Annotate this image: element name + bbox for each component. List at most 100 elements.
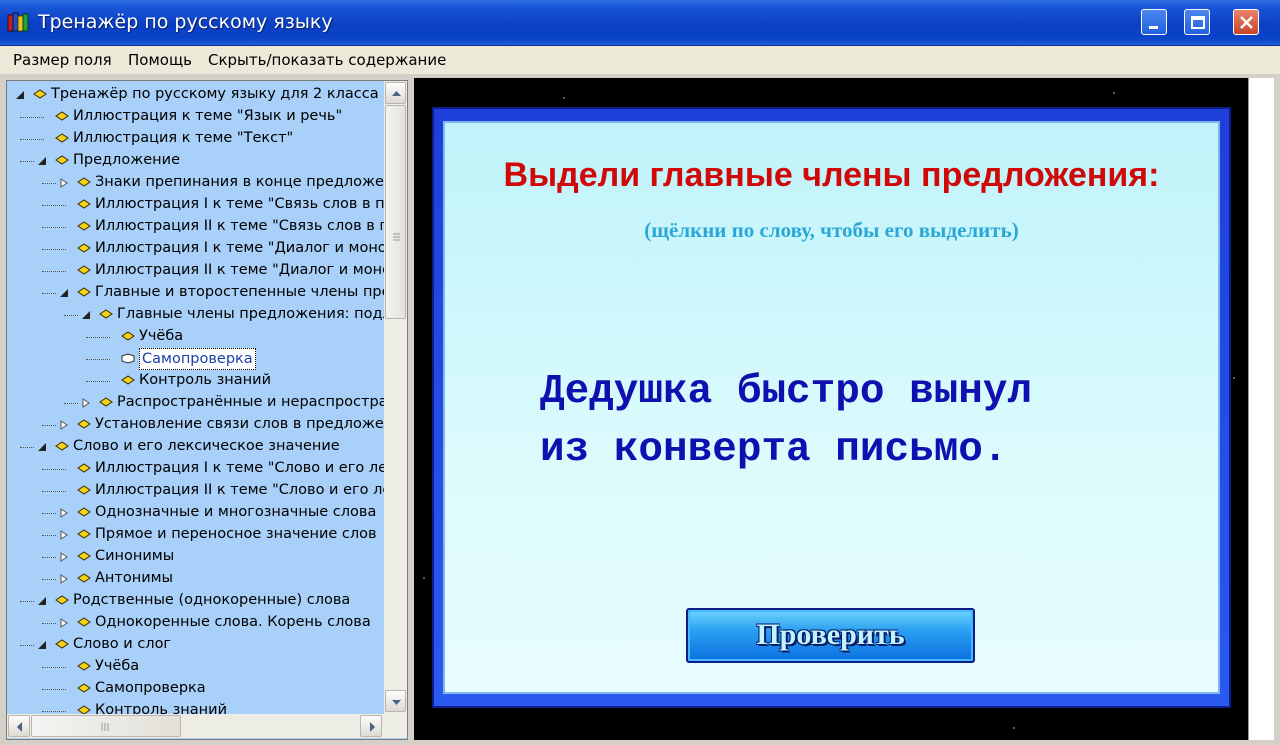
check-button[interactable]: Проверить <box>686 608 975 663</box>
book-icon <box>121 375 135 385</box>
menu-toggle-contents[interactable]: Скрыть/показать содержание <box>208 51 446 69</box>
grip-icon <box>393 233 400 241</box>
tree-item-label: Однозначные и многозначные слова <box>95 504 377 520</box>
tree-item[interactable]: Иллюстрация к теме "Язык и речь" <box>7 106 407 128</box>
word-dedushka[interactable]: Дедушка <box>540 369 712 415</box>
tree-item[interactable]: Предложение <box>7 150 407 172</box>
tree-item-label: Слово и его лексическое значение <box>73 438 340 454</box>
tree-item[interactable]: Учёба <box>7 656 407 678</box>
collapsed-triangle-icon[interactable] <box>59 178 69 188</box>
tree-connector <box>42 557 56 558</box>
scroll-left-button[interactable] <box>8 715 30 737</box>
book-icon <box>77 551 91 561</box>
tree-connector <box>42 535 56 536</box>
tree-connector <box>64 403 78 404</box>
expanded-triangle-icon[interactable] <box>37 156 47 166</box>
tree-item-label: Слово и слог <box>73 636 172 652</box>
expanded-triangle-icon[interactable] <box>37 640 47 650</box>
tree-item[interactable]: Иллюстрация I к теме "Слово и его лексич… <box>7 458 407 480</box>
tree-item[interactable]: Учёба <box>7 326 407 348</box>
minimize-button[interactable] <box>1141 9 1167 35</box>
tree-item[interactable]: Иллюстрация I к теме "Связь слов в предл… <box>7 194 407 216</box>
collapsed-triangle-icon[interactable] <box>59 530 69 540</box>
expanded-triangle-icon[interactable] <box>59 288 69 298</box>
contents-tree[interactable]: Тренажёр по русскому языку для 2 класса И… <box>6 80 408 740</box>
tree-item[interactable]: Иллюстрация II к теме "Слово и его лекси… <box>7 480 407 502</box>
tree-item[interactable]: Синонимы <box>7 546 407 568</box>
menu-help[interactable]: Помощь <box>128 51 192 69</box>
book-icon <box>55 133 69 143</box>
scroll-right-button[interactable] <box>360 715 382 737</box>
tree-horizontal-scrollbar[interactable] <box>7 714 384 738</box>
collapsed-triangle-icon[interactable] <box>59 574 69 584</box>
expanded-triangle-icon[interactable] <box>15 90 25 100</box>
tree-connector <box>20 161 34 162</box>
tree-item[interactable]: Главные члены предложения: подлежащее и … <box>7 304 407 326</box>
collapsed-triangle-icon[interactable] <box>59 420 69 430</box>
expanded-triangle-icon[interactable] <box>37 442 47 452</box>
word-vynul[interactable]: вынул <box>909 369 1032 415</box>
tree-item[interactable]: Иллюстрация II к теме "Диалог и монолог" <box>7 260 407 282</box>
collapsed-triangle-icon[interactable] <box>59 552 69 562</box>
tree-item[interactable]: Иллюстрация к теме "Текст" <box>7 128 407 150</box>
book-icon <box>77 463 91 473</box>
minimize-icon <box>1149 26 1158 29</box>
expanded-triangle-icon[interactable] <box>81 310 91 320</box>
exercise-instruction: (щёлкни по слову, чтобы его выделить) <box>644 218 1019 242</box>
scroll-up-button[interactable] <box>385 82 406 104</box>
book-icon <box>77 265 91 275</box>
tree-item[interactable]: Самопроверка <box>7 678 407 700</box>
tree-item[interactable]: Тренажёр по русскому языку для 2 класса <box>7 84 407 106</box>
tree-item[interactable]: Слово и его лексическое значение <box>7 436 407 458</box>
tree-item[interactable]: Слово и слог <box>7 634 407 656</box>
arrow-up-icon <box>392 91 401 96</box>
collapsed-triangle-icon[interactable] <box>81 398 91 408</box>
tree-vertical-scrollbar[interactable] <box>384 81 407 714</box>
tree-item[interactable]: Контроль знаний <box>7 370 407 392</box>
word-iz[interactable]: из <box>540 427 589 473</box>
tree-item[interactable]: Прямое и переносное значение слов <box>7 524 407 546</box>
scroll-thumb[interactable] <box>385 105 406 319</box>
expanded-triangle-icon[interactable] <box>37 596 47 606</box>
tree-connector <box>42 667 66 668</box>
word-konverta[interactable]: конверта <box>614 427 811 473</box>
tree-connector <box>42 205 66 206</box>
tree-connector <box>42 249 66 250</box>
book-icon <box>77 243 91 253</box>
book-icon <box>77 529 91 539</box>
maximize-button[interactable] <box>1184 9 1210 35</box>
word-pismo[interactable]: письмо. <box>835 427 1007 473</box>
collapsed-triangle-icon[interactable] <box>59 508 69 518</box>
close-button[interactable] <box>1233 9 1259 35</box>
tree-item-label: Прямое и переносное значение слов <box>95 526 377 542</box>
tree-item[interactable]: Главные и второстепенные члены предложен… <box>7 282 407 304</box>
tree-item[interactable]: Установление связи слов в предложении <box>7 414 407 436</box>
tree-item[interactable]: Знаки препинания в конце предложения <box>7 172 407 194</box>
book-icon <box>33 89 47 99</box>
tree-item[interactable]: Однозначные и многозначные слова <box>7 502 407 524</box>
tree-item-label: Распространённые и нераспространённые пр… <box>117 394 407 410</box>
book-icon <box>55 595 69 605</box>
book-icon <box>77 177 91 187</box>
scroll-down-button[interactable] <box>385 690 406 712</box>
tree-item-label: Контроль знаний <box>139 372 271 388</box>
tree-item[interactable]: Иллюстрация I к теме "Диалог и монолог" <box>7 238 407 260</box>
menu-field-size[interactable]: Размер поля <box>13 51 112 69</box>
tree-item[interactable]: Распространённые и нераспространённые пр… <box>7 392 407 414</box>
tree-item-label: Учёба <box>95 658 140 674</box>
tree-item[interactable]: Иллюстрация II к теме "Связь слов в пред… <box>7 216 407 238</box>
tree-connector <box>42 579 56 580</box>
exercise-heading: Выдели главные члены предложения: <box>503 156 1160 194</box>
tree-item[interactable]: Однокоренные слова. Корень слова <box>7 612 407 634</box>
tree-item[interactable]: Антонимы <box>7 568 407 590</box>
tree-connector <box>64 315 78 316</box>
collapsed-triangle-icon[interactable] <box>59 618 69 628</box>
word-bystro[interactable]: быстро <box>737 369 885 415</box>
tree-connector <box>42 623 56 624</box>
tree-connector <box>20 601 34 602</box>
horizontal-scroll-thumb[interactable] <box>31 715 181 737</box>
tree-connector <box>20 139 44 140</box>
tree-item[interactable]: Родственные (однокоренные) слова <box>7 590 407 612</box>
tree-item[interactable]: Самопроверка <box>7 348 407 370</box>
exercise-sentence: Дедушка быстро вынул из конверта письмо. <box>540 363 1200 479</box>
